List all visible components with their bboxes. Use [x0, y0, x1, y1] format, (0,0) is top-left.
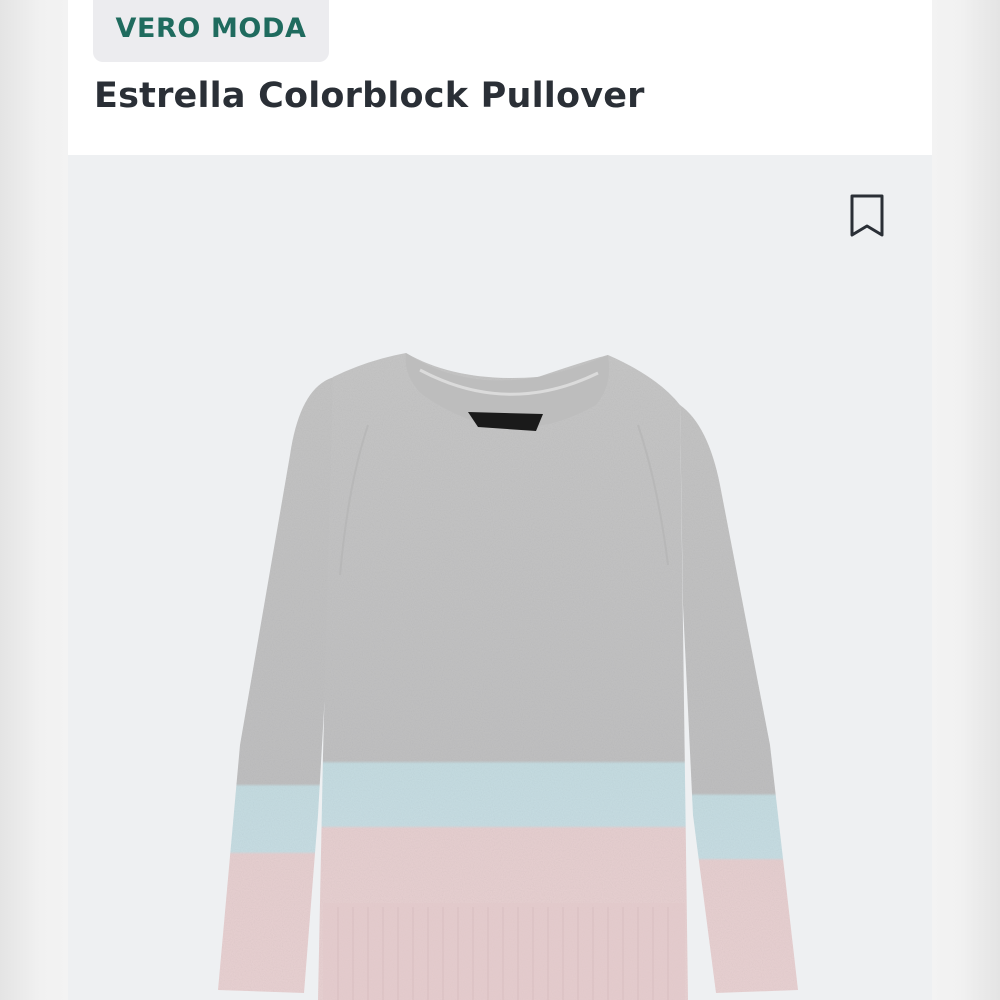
product-image-area[interactable]	[68, 155, 932, 1000]
product-card: VERO MODA Estrella Colorblock Pullover	[68, 0, 932, 1000]
product-image	[218, 353, 798, 1000]
brand-badge[interactable]: VERO MODA	[93, 0, 329, 62]
product-header: VERO MODA Estrella Colorblock Pullover	[68, 0, 932, 155]
product-title: Estrella Colorblock Pullover	[94, 76, 645, 116]
bookmark-icon[interactable]	[849, 193, 885, 239]
brand-name: VERO MODA	[115, 13, 307, 44]
